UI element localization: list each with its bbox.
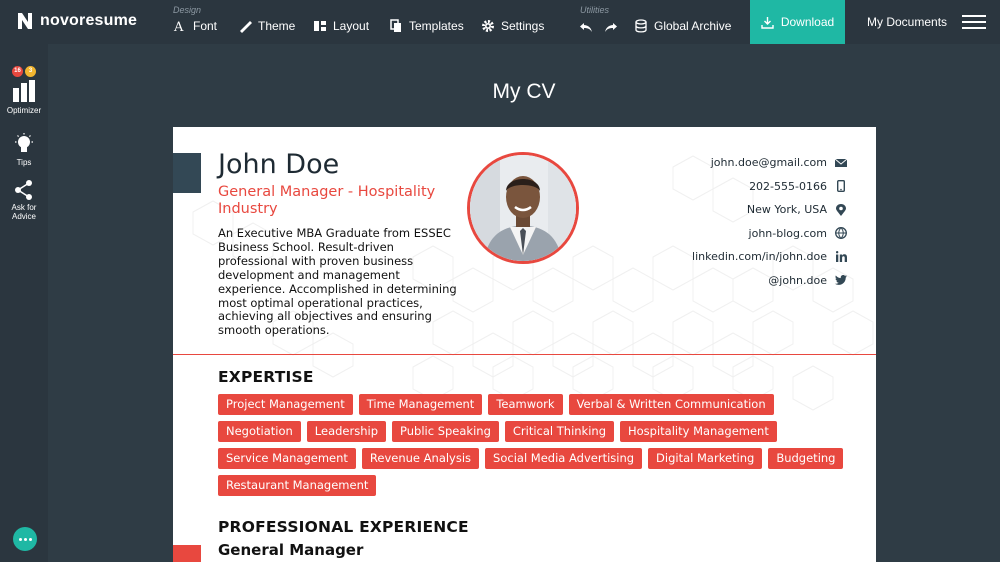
design-group-label: Design — [173, 5, 202, 15]
bar-chart-icon — [13, 80, 35, 102]
optimizer-button[interactable]: 16 3 Optimizer — [0, 66, 48, 115]
global-archive-label: Global Archive — [654, 19, 732, 33]
cv-page[interactable]: John Doe General Manager - Hospitality I… — [173, 127, 876, 562]
ask-for-advice-button[interactable]: Ask for Advice — [0, 179, 48, 221]
contact-location[interactable]: New York, USA — [692, 198, 847, 222]
optimizer-label: Optimizer — [6, 106, 42, 115]
font-icon: A — [173, 20, 184, 33]
font-label: Font — [193, 19, 218, 33]
profile-photo-image — [470, 155, 576, 261]
contact-phone-text: 202-555-0166 — [749, 179, 827, 193]
lightbulb-icon — [15, 133, 33, 152]
templates-icon — [390, 19, 401, 32]
settings-label: Settings — [501, 19, 545, 33]
location-pin-icon — [835, 203, 847, 216]
templates-button[interactable]: Templates — [389, 19, 464, 33]
utilities-group-label: Utilities — [580, 5, 610, 15]
undo-icon — [580, 23, 592, 32]
expertise-tag[interactable]: Service Management — [218, 448, 356, 469]
expertise-tag[interactable]: Teamwork — [488, 394, 563, 415]
top-bar: novoresume Design A Font Theme Layout Te… — [0, 0, 1000, 44]
theme-label: Theme — [258, 19, 296, 33]
layout-label: Layout — [333, 19, 370, 33]
expertise-tag[interactable]: Budgeting — [768, 448, 844, 469]
chat-button[interactable] — [13, 527, 37, 551]
gear-icon — [482, 20, 494, 32]
theme-button[interactable]: Theme — [238, 19, 295, 33]
undo-button[interactable] — [579, 20, 593, 39]
envelope-icon — [835, 157, 847, 169]
contact-website[interactable]: john-blog.com — [692, 222, 847, 246]
expertise-tag[interactable]: Verbal & Written Communication — [568, 394, 774, 415]
contact-linkedin-text: linkedin.com/in/john.doe — [692, 250, 827, 264]
expertise-tag[interactable]: Revenue Analysis — [361, 448, 480, 469]
hamburger-menu-icon[interactable] — [962, 15, 986, 29]
expertise-tag[interactable]: Digital Marketing — [648, 448, 763, 469]
layout-button[interactable]: Layout — [313, 19, 369, 33]
expertise-tag[interactable]: Public Speaking — [392, 421, 499, 442]
layout-icon — [314, 21, 326, 31]
settings-button[interactable]: Settings — [481, 19, 544, 33]
expertise-tag[interactable]: Restaurant Management — [218, 475, 377, 496]
optimizer-badge-yellow: 3 — [25, 66, 36, 77]
expertise-tag-list: Project Management Time Management Teamwor… — [218, 394, 858, 496]
expertise-section-title[interactable]: EXPERTISE — [218, 368, 314, 386]
download-label: Download — [780, 15, 835, 29]
contact-location-text: New York, USA — [746, 203, 827, 217]
expertise-tag[interactable]: Negotiation — [218, 421, 301, 442]
cv-summary[interactable]: An Executive MBA Graduate from ESSEC Bus… — [218, 226, 463, 338]
cv-role[interactable]: General Manager - Hospitality Industry — [218, 184, 468, 218]
contact-phone[interactable]: 202-555-0166 — [692, 175, 847, 199]
globe-icon — [835, 227, 847, 240]
templates-label: Templates — [409, 19, 464, 33]
header-divider — [173, 354, 876, 355]
contact-list: john.doe@gmail.com 202-555-0166 New York… — [692, 151, 847, 292]
experience-section-title[interactable]: PROFESSIONAL EXPERIENCE — [218, 518, 469, 536]
linkedin-icon — [835, 251, 847, 263]
brush-icon — [240, 21, 252, 33]
contact-twitter[interactable]: @john.doe — [692, 269, 847, 293]
contact-email-text: john.doe@gmail.com — [710, 156, 827, 170]
brand-name: novoresume — [40, 12, 138, 29]
profile-photo[interactable] — [467, 152, 579, 264]
redo-button[interactable] — [604, 20, 618, 39]
download-button[interactable]: Download — [750, 0, 845, 44]
tips-button[interactable]: Tips — [0, 132, 48, 167]
brand-logo[interactable]: novoresume — [16, 11, 137, 31]
left-sidebar: 16 3 Optimizer Tips Ask for Advice — [0, 44, 48, 562]
redo-icon — [605, 23, 617, 32]
database-icon — [635, 19, 647, 33]
cv-name[interactable]: John Doe — [218, 149, 339, 180]
phone-icon — [835, 180, 847, 193]
my-documents-link[interactable]: My Documents — [867, 15, 947, 29]
expertise-tag[interactable]: Project Management — [218, 394, 353, 415]
svg-text:A: A — [173, 20, 184, 33]
experience-accent-block — [173, 545, 201, 562]
contact-website-text: john-blog.com — [748, 226, 827, 240]
expertise-tag[interactable]: Social Media Advertising — [485, 448, 643, 469]
expertise-tag[interactable]: Critical Thinking — [504, 421, 614, 442]
optimizer-badge-red: 16 — [12, 66, 23, 77]
novoresume-logo-icon — [18, 13, 32, 29]
font-button[interactable]: A Font — [173, 19, 217, 33]
advice-label: Ask for Advice — [11, 203, 37, 221]
expertise-tag[interactable]: Hospitality Management — [620, 421, 777, 442]
contact-twitter-text: @john.doe — [768, 273, 827, 287]
expertise-tag[interactable]: Time Management — [358, 394, 483, 415]
twitter-icon — [835, 274, 847, 286]
tips-label: Tips — [16, 158, 32, 167]
job-title[interactable]: General Manager — [218, 541, 363, 559]
download-icon — [761, 16, 774, 29]
contact-linkedin[interactable]: linkedin.com/in/john.doe — [692, 245, 847, 269]
global-archive-button[interactable]: Global Archive — [634, 19, 731, 33]
contact-email[interactable]: john.doe@gmail.com — [692, 151, 847, 175]
share-icon — [15, 180, 32, 200]
expertise-tag[interactable]: Leadership — [306, 421, 387, 442]
header-accent-block — [173, 153, 201, 193]
document-title: My CV — [492, 80, 556, 103]
